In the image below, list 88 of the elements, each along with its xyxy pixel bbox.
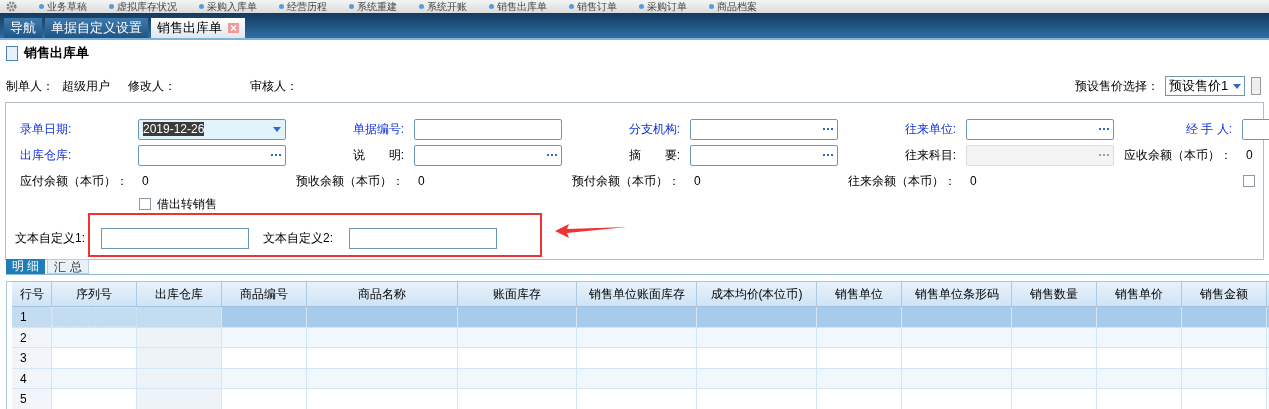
ellipsis-icon[interactable] [271,153,281,157]
field-label: 分支机构: [627,121,681,138]
document-icon [6,45,18,61]
toolbar-icon[interactable] [1251,77,1261,95]
table-row[interactable]: 5 [12,389,1269,409]
table-row[interactable]: 4 [12,368,1269,389]
tab[interactable]: 销售出库单 [151,18,245,38]
field-label: 往来科目: [903,147,957,164]
field-label: 应收余额（本币）： [1123,147,1233,164]
meta-value: 超级用户 [62,78,110,95]
field-label: 预收余额（本币）： [295,173,405,190]
field-label: 出库仓库: [19,147,73,164]
input-field[interactable] [690,144,838,166]
price-select[interactable]: 预设售价1 [1165,76,1245,96]
amount-value: 0 [141,174,149,188]
column-header[interactable]: 序列号 [52,282,137,306]
input-field[interactable] [414,118,562,140]
toolbar-item[interactable]: 系统开账 [419,0,467,13]
price-select-label: 预设售价选择： [1075,78,1159,95]
ellipsis-icon [1099,153,1109,157]
close-icon[interactable] [228,23,239,33]
tab[interactable]: 导航 [4,18,42,38]
table-row[interactable]: 3 [12,348,1269,369]
column-header[interactable]: 销售单位账面库存 [577,282,697,306]
checkbox[interactable] [139,198,151,210]
meta-label: 制单人： [6,78,54,95]
toolbar-item[interactable]: 采购入库单 [199,0,257,13]
amount-value: 0 [417,174,425,188]
row-number: 3 [12,348,52,368]
toolbar-item[interactable]: 销售订单 [569,0,617,13]
column-header[interactable]: 销售金额 [1182,282,1267,306]
amount-value: 0 [693,174,701,188]
field-label: 文本自定义1: [15,230,86,247]
table-row[interactable]: 1 [12,307,1269,328]
date-field[interactable]: 2019-12-26 [138,118,286,140]
input-field[interactable] [349,227,497,249]
ellipsis-icon[interactable] [823,127,833,131]
table-row[interactable]: 2 [12,327,1269,348]
toolbar-item[interactable]: 系统重建 [349,0,397,13]
toolbar-item[interactable]: 虚拟库存状况 [109,0,177,13]
toolbar-item[interactable]: 业务草稿 [39,0,87,13]
tab[interactable]: 单据自定义设置 [45,18,148,38]
meta-label: 修改人： [128,78,176,95]
ellipsis-icon[interactable] [823,153,833,157]
ellipsis-icon[interactable] [1099,127,1109,131]
column-header[interactable]: 销售单位条形码 [902,282,1012,306]
field-label: 预付余额（本币）： [571,173,681,190]
input-field[interactable] [414,144,562,166]
field-label: 文本自定义2: [263,230,334,247]
input-field[interactable] [138,144,286,166]
row-number: 1 [12,307,52,327]
toolbar-item[interactable]: 经营历程 [279,0,327,13]
checkbox-label: 借出转销售 [157,196,217,213]
field-label: 应付余额（本币）： [19,173,129,190]
tab[interactable]: 明 细 [6,259,46,274]
checkbox[interactable] [1243,175,1255,187]
page-title: 销售出库单 [24,44,89,63]
toolbar-item[interactable]: 采购订单 [639,0,687,13]
column-header[interactable]: 销售数量 [1012,282,1097,306]
tab[interactable]: 汇 总 [47,259,89,274]
field-label: 录单日期: [19,121,73,138]
column-header[interactable]: 商品名称 [307,282,458,306]
meta-label: 审核人： [250,78,298,95]
column-header[interactable]: 成本均价(本位币) [697,282,817,306]
field-label: 往来单位: [903,121,957,138]
input-field[interactable] [690,118,838,140]
column-header[interactable]: 行号 [12,282,52,306]
input-field[interactable] [966,118,1114,140]
column-header[interactable]: 销售单位 [817,282,902,306]
column-header[interactable]: 销售单价 [1097,282,1182,306]
column-header[interactable]: 出库仓库 [137,282,222,306]
caret-icon[interactable] [273,126,281,132]
field-label: 单据编号: [351,121,405,138]
amount-value: 0 [969,174,977,188]
field-label: 摘 要: [627,147,681,164]
toolbar-item[interactable]: 销售出库单 [489,0,547,13]
field-label: 说 明: [351,147,405,164]
field-label: 经 手 人: [1185,121,1233,138]
gear-icon[interactable] [6,1,17,12]
input-field[interactable] [101,227,249,249]
ellipsis-icon[interactable] [547,153,557,157]
row-number: 5 [12,389,52,409]
column-header[interactable]: 商品编号 [222,282,307,306]
field-label: 往来余额（本币）： [847,173,957,190]
caret-icon[interactable] [1233,83,1241,89]
column-header[interactable]: 账面库存 [458,282,577,306]
toolbar-item[interactable]: 商品档案 [709,0,757,13]
amount-value: 0 [1245,148,1253,162]
